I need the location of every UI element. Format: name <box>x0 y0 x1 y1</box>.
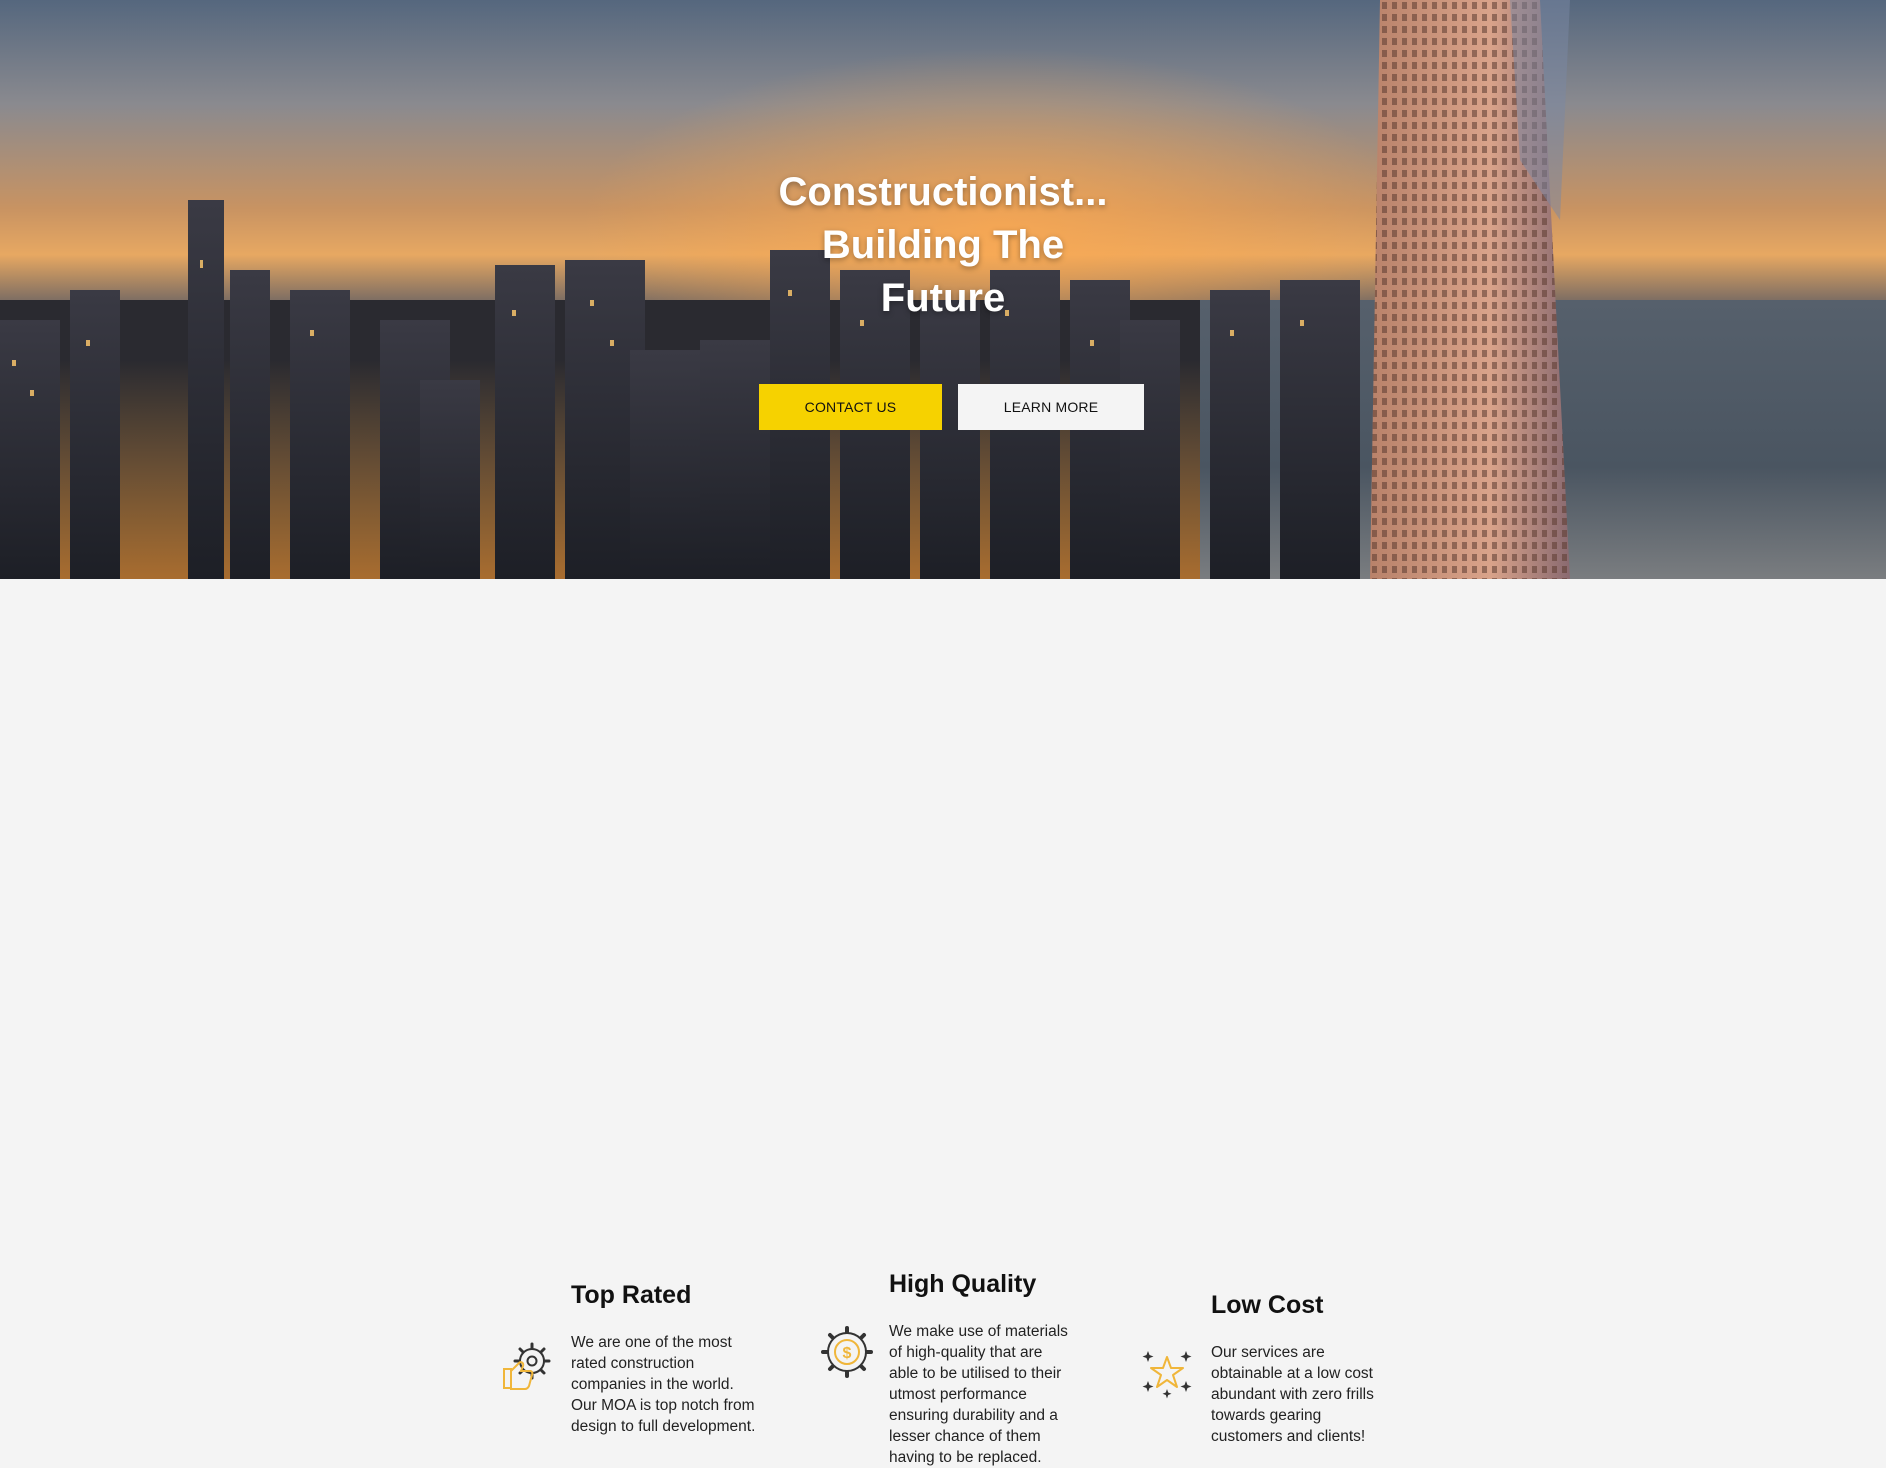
features-section <box>0 579 1886 997</box>
contact-us-button[interactable]: CONTACT US <box>759 384 942 430</box>
feature-title: Top Rated <box>571 1281 692 1309</box>
feature-description: Our services are obtainable at a low cos… <box>1211 1344 1374 1445</box>
hero-title-line: Building The <box>821 223 1065 267</box>
hero-title-line: Constructionist... <box>778 170 1108 214</box>
feature-title: Low Cost <box>1211 1291 1324 1319</box>
feature-description: We are one of the most rated constructio… <box>571 1334 756 1435</box>
hero-title: Constructionist... Building The Future <box>0 166 1886 325</box>
feature-title: High Quality <box>889 1270 1037 1298</box>
feature-description: We make use of materials of high-quality… <box>889 1323 1068 1466</box>
stars-icon <box>1142 1351 1192 1399</box>
hero-section: Constructionist... Building The Future C… <box>0 0 1886 579</box>
gear-thumbs-up-icon <box>503 1342 551 1390</box>
gear-dollar-icon: $ <box>821 1326 873 1378</box>
hero-title-line: Future <box>880 276 1006 320</box>
learn-more-button[interactable]: LEARN MORE <box>958 384 1144 430</box>
svg-text:$: $ <box>843 1345 852 1362</box>
